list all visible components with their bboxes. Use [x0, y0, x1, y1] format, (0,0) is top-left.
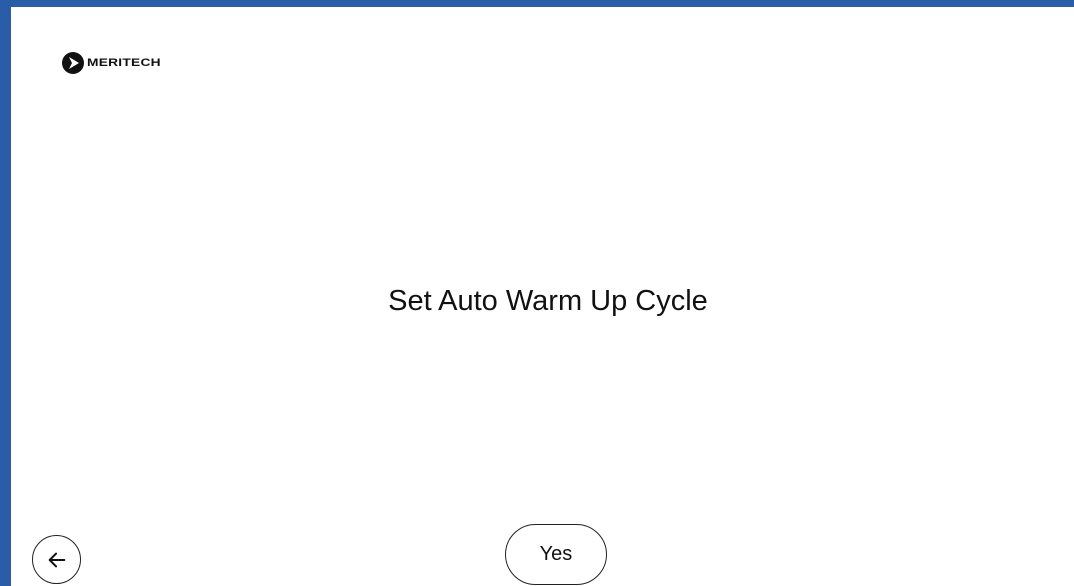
back-button[interactable] — [32, 535, 81, 584]
app-frame: MERITECH Set Auto Warm Up Cycle Yes — [0, 0, 1074, 586]
brand-logo: MERITECH — [61, 51, 161, 75]
arrow-left-icon — [48, 552, 65, 567]
brand-name: MERITECH — [87, 57, 161, 69]
meritech-logo-icon — [62, 52, 84, 74]
yes-button[interactable]: Yes — [505, 524, 607, 585]
page-title: Set Auto Warm Up Cycle — [388, 285, 708, 317]
